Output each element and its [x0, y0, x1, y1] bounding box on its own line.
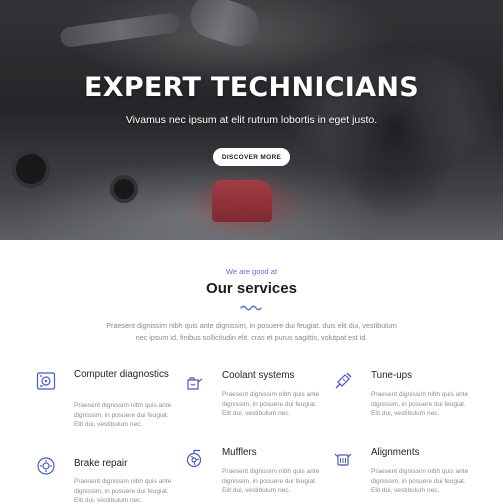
- engine-icon: [334, 453, 352, 466]
- squiggle-divider-icon: [240, 305, 262, 311]
- hero-title: EXPERT TECHNICIANS: [83, 72, 419, 103]
- discover-more-button[interactable]: DISCOVER MORE: [213, 148, 290, 166]
- service-title: Coolant systems: [222, 370, 295, 381]
- hero-banner: EXPERT TECHNICIANS Vivamus nec ipsum at …: [0, 0, 503, 240]
- section-title: Our services: [206, 280, 297, 297]
- service-description: Praesent dignissim nibh quis ante dignis…: [74, 402, 172, 429]
- service-title: Computer diagnostics: [74, 369, 169, 380]
- turbo-muffler-icon: [186, 449, 202, 468]
- spark-plug-icon: [335, 372, 352, 389]
- service-description: Praesent dignissim nibh quis ante dignis…: [222, 468, 320, 495]
- service-title: Brake repair: [74, 458, 128, 469]
- service-title: Tune-ups: [371, 370, 413, 381]
- service-description: Praesent dignissim nibh quis ante dignis…: [222, 391, 320, 418]
- coolant-can-icon: [187, 377, 203, 390]
- section-eyebrow: We are good at: [225, 267, 278, 276]
- service-description: Praesent dignissim nibh quis ante dignis…: [74, 478, 172, 503]
- service-description: Praesent dignissim nibh quis ante dignis…: [371, 391, 469, 418]
- brake-disc-icon: [37, 457, 55, 475]
- section-intro: Praesent dignissim nibh quis ante dignis…: [106, 321, 397, 342]
- computer-diagnostics-icon: [36, 372, 56, 390]
- service-title: Mufflers: [222, 447, 257, 458]
- service-description: Praesent dignissim nibh quis ante dignis…: [371, 468, 469, 495]
- hero-subtitle: Vivamus nec ipsum at elit rutrum loborti…: [125, 114, 378, 126]
- service-title: Alignments: [371, 447, 420, 458]
